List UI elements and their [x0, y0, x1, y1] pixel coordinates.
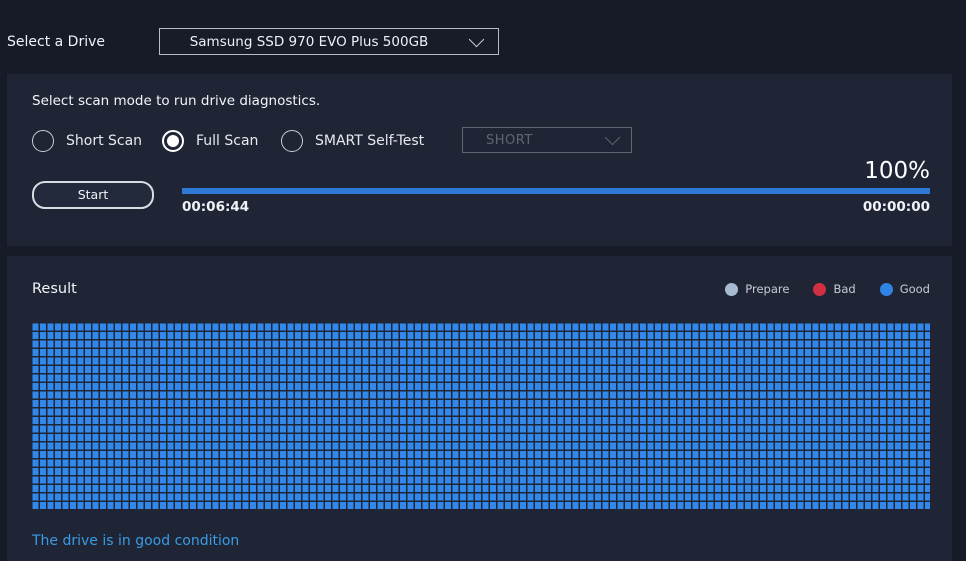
result-panel: Result Prepare Bad Good The drive is in …	[7, 256, 952, 561]
legend-label-prepare: Prepare	[745, 282, 790, 296]
remaining-time: 00:00:00	[862, 199, 930, 215]
drive-label: Select a Drive	[7, 34, 105, 50]
smart-test-type-value: SHORT	[486, 133, 533, 148]
smart-test-type-dropdown[interactable]: SHORT	[462, 127, 632, 153]
legend-dot-bad	[813, 282, 827, 296]
radio-label-smart-self-test: SMART Self-Test	[315, 133, 425, 149]
radio-label-short-scan: Short Scan	[66, 133, 143, 149]
drive-dropdown[interactable]: Samsung SSD 970 EVO Plus 500GB	[159, 28, 499, 55]
elapsed-time: 00:06:44	[182, 199, 250, 215]
radio-label-full-scan: Full Scan	[196, 133, 259, 149]
legend-label-good: Good	[899, 282, 930, 296]
legend-item-prepare: Prepare	[725, 282, 789, 296]
result-message: The drive is in good condition	[32, 533, 240, 549]
scan-panel: Select scan mode to run drive diagnostic…	[7, 74, 952, 246]
legend: Prepare Bad Good	[701, 282, 930, 296]
legend-dot-good	[879, 282, 893, 296]
scan-instruction: Select scan mode to run drive diagnostic…	[32, 93, 321, 109]
radio-full-scan[interactable]: Full Scan	[162, 128, 258, 154]
progress-bar	[182, 188, 930, 194]
sector-block-grid	[32, 323, 930, 510]
chevron-down-icon	[468, 31, 485, 48]
radio-circle-smart[interactable]	[281, 130, 303, 152]
radio-circle-full[interactable]	[162, 130, 184, 152]
legend-label-bad: Bad	[833, 282, 856, 296]
legend-dot-prepare	[725, 282, 739, 296]
radio-circle-short[interactable]	[32, 130, 54, 152]
chevron-down-icon	[604, 129, 621, 146]
drive-dropdown-value: Samsung SSD 970 EVO Plus 500GB	[189, 34, 429, 50]
legend-item-bad: Bad	[813, 282, 856, 296]
legend-item-good: Good	[879, 282, 930, 296]
radio-smart-self-test[interactable]: SMART Self-Test	[281, 128, 424, 154]
progress-percent: 100%	[864, 158, 930, 184]
radio-short-scan[interactable]: Short Scan	[32, 128, 142, 154]
progress-bar-fill	[182, 188, 930, 194]
result-title: Result	[32, 281, 77, 297]
start-button[interactable]: Start	[32, 181, 154, 209]
drive-selector-row: Select a Drive Samsung SSD 970 EVO Plus …	[0, 28, 966, 56]
